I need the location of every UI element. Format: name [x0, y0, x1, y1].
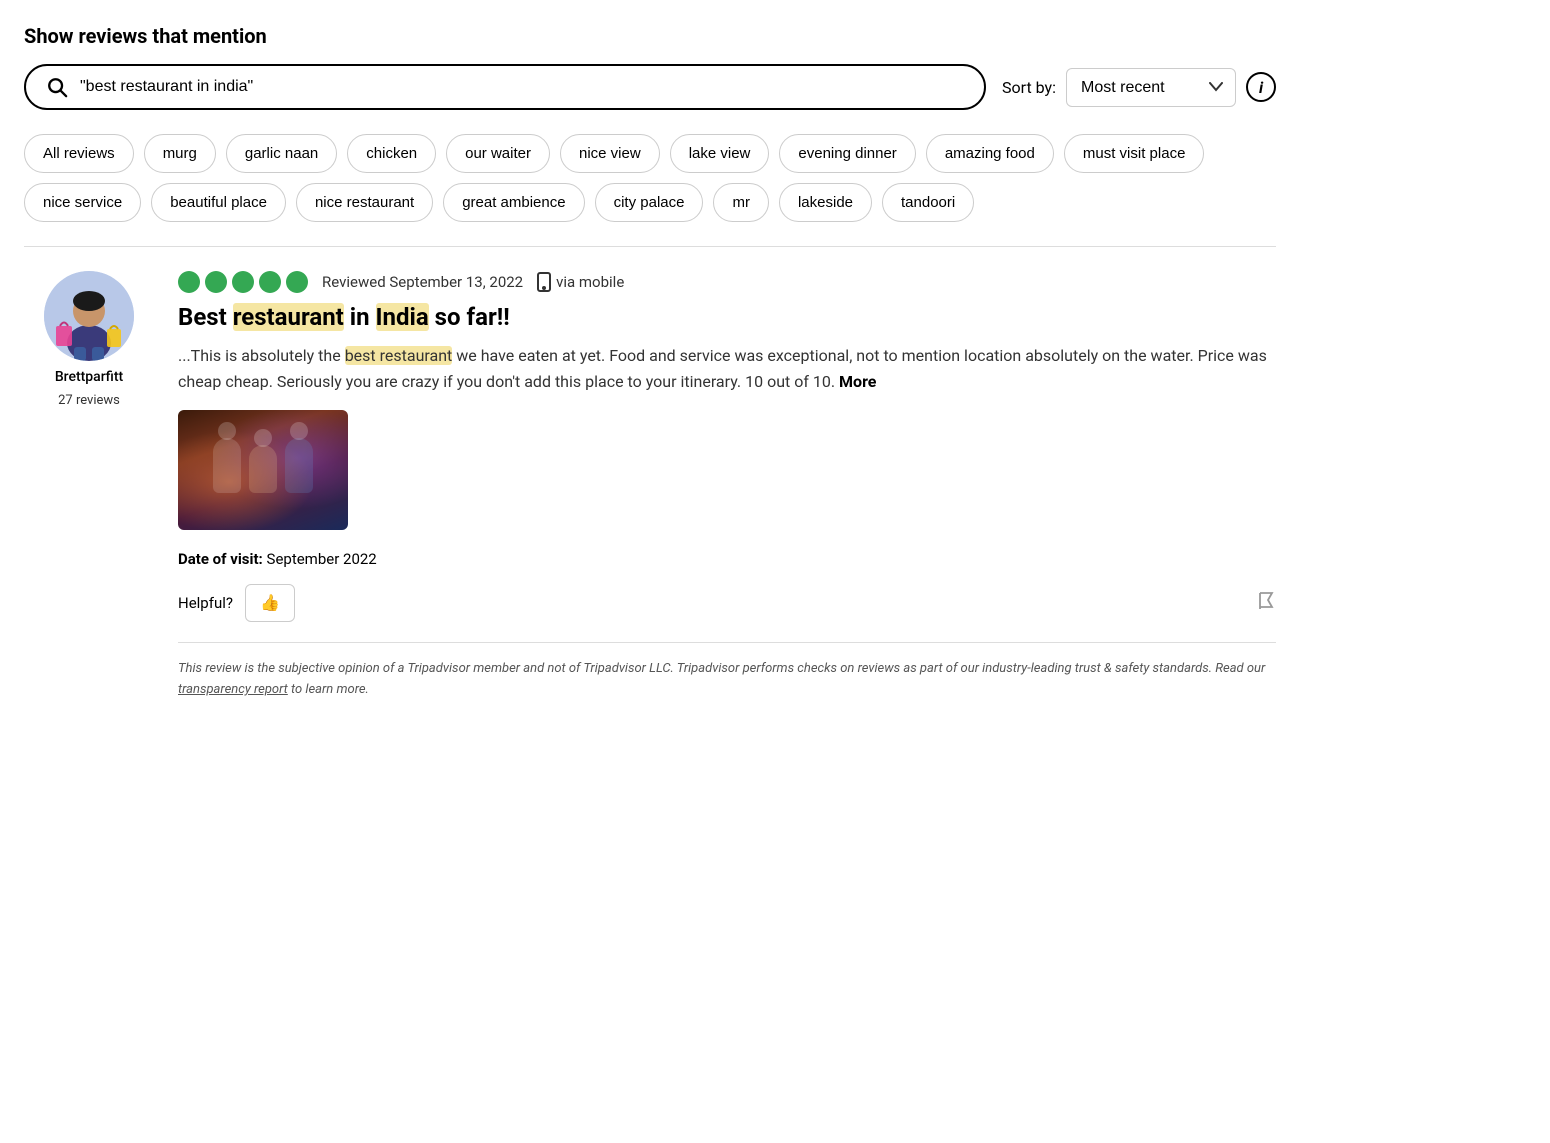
review-title: Best restaurant in India so far!!	[178, 303, 1276, 331]
review-title-highlight-restaurant: restaurant	[233, 303, 344, 331]
tag-pill[interactable]: must visit place	[1064, 134, 1205, 173]
person-silhouette-2	[249, 445, 277, 493]
thumbs-up-button[interactable]: 👍	[245, 584, 295, 622]
person-silhouette-3	[285, 438, 313, 493]
tag-pill[interactable]: murg	[144, 134, 216, 173]
review-title-highlight-india: India	[376, 303, 429, 331]
review-title-text-1: Best	[178, 303, 233, 331]
tag-pill[interactable]: great ambience	[443, 183, 584, 222]
review-more-link[interactable]: More	[839, 372, 876, 391]
date-of-visit: Date of visit: September 2022	[178, 550, 1276, 568]
search-box: "best restaurant in india"	[24, 64, 986, 110]
rating-dot-2	[205, 271, 227, 293]
search-input[interactable]: "best restaurant in india"	[80, 78, 964, 96]
rating-dots	[178, 271, 308, 293]
date-of-visit-label: Date of visit:	[178, 550, 263, 568]
tag-pill[interactable]: city palace	[595, 183, 704, 222]
review-title-text-2: in	[344, 303, 376, 331]
review-body: ...This is absolutely the best restauran…	[178, 343, 1276, 394]
person-silhouette-1	[213, 438, 241, 493]
disclaimer-text: This review is the subjective opinion of…	[178, 661, 1265, 676]
sort-select[interactable]: Most recentMost helpfulHighest ratingLow…	[1066, 68, 1236, 107]
avatar	[44, 271, 134, 361]
reviewer-name: Brettparfitt	[55, 369, 123, 385]
disclaimer-end-text: to learn more.	[291, 682, 369, 697]
sort-controls: Sort by: Most recentMost helpfulHighest …	[1002, 68, 1276, 107]
rating-dot-3	[232, 271, 254, 293]
review-body-highlight: best restaurant	[345, 346, 453, 365]
tag-pill[interactable]: lake view	[670, 134, 770, 173]
tag-pill[interactable]: amazing food	[926, 134, 1054, 173]
tag-pill[interactable]: mr	[713, 183, 769, 222]
tag-pill[interactable]: our waiter	[446, 134, 550, 173]
thumbs-up-icon: 👍	[260, 593, 280, 613]
tag-pill[interactable]: All reviews	[24, 134, 134, 173]
helpful-left: Helpful? 👍	[178, 584, 295, 622]
tag-pill[interactable]: beautiful place	[151, 183, 286, 222]
mobile-icon	[537, 272, 551, 292]
via-mobile-label: via mobile	[537, 272, 624, 292]
tag-pill[interactable]: nice restaurant	[296, 183, 433, 222]
transparency-link[interactable]: transparency report	[178, 682, 288, 697]
search-sort-row: "best restaurant in india" Sort by: Most…	[24, 64, 1276, 110]
tag-pill[interactable]: lakeside	[779, 183, 872, 222]
search-icon	[46, 76, 68, 98]
date-of-visit-value: September 2022	[267, 550, 377, 568]
sort-label: Sort by:	[1002, 78, 1056, 97]
helpful-row: Helpful? 👍	[178, 584, 1276, 622]
tag-pill[interactable]: garlic naan	[226, 134, 337, 173]
review-content: Reviewed September 13, 2022 via mobile B…	[178, 271, 1276, 701]
info-icon[interactable]: i	[1246, 72, 1276, 102]
tag-pill[interactable]: nice service	[24, 183, 141, 222]
photo-people	[213, 438, 313, 503]
disclaimer: This review is the subjective opinion of…	[178, 642, 1276, 701]
tag-pill[interactable]: nice view	[560, 134, 660, 173]
review-body-text-1: ...This is absolutely the	[178, 346, 345, 365]
review-date: Reviewed September 13, 2022	[322, 273, 523, 291]
helpful-label: Helpful?	[178, 594, 233, 612]
flag-icon[interactable]	[1258, 591, 1276, 616]
avatar-image	[44, 271, 134, 361]
tags-section: All reviews murg garlic naan chicken our wai…	[24, 134, 1276, 222]
reviewer-review-count: 27 reviews	[58, 393, 120, 408]
rating-dot-5	[286, 271, 308, 293]
section-divider	[24, 246, 1276, 247]
page-title: Show reviews that mention	[24, 24, 1276, 48]
rating-dot-1	[178, 271, 200, 293]
review-title-text-3: so far!!	[429, 303, 510, 331]
tag-pill[interactable]: evening dinner	[779, 134, 915, 173]
tag-pill[interactable]: tandoori	[882, 183, 974, 222]
review-photo[interactable]	[178, 410, 348, 530]
review-meta: Reviewed September 13, 2022 via mobile	[178, 271, 1276, 293]
tag-pill[interactable]: chicken	[347, 134, 436, 173]
reviewer-column: Brettparfitt 27 reviews	[24, 271, 154, 701]
flag-svg	[1258, 591, 1276, 611]
review-section: Brettparfitt 27 reviews Reviewed Septemb…	[24, 271, 1276, 701]
photo-overlay	[178, 410, 348, 530]
rating-dot-4	[259, 271, 281, 293]
